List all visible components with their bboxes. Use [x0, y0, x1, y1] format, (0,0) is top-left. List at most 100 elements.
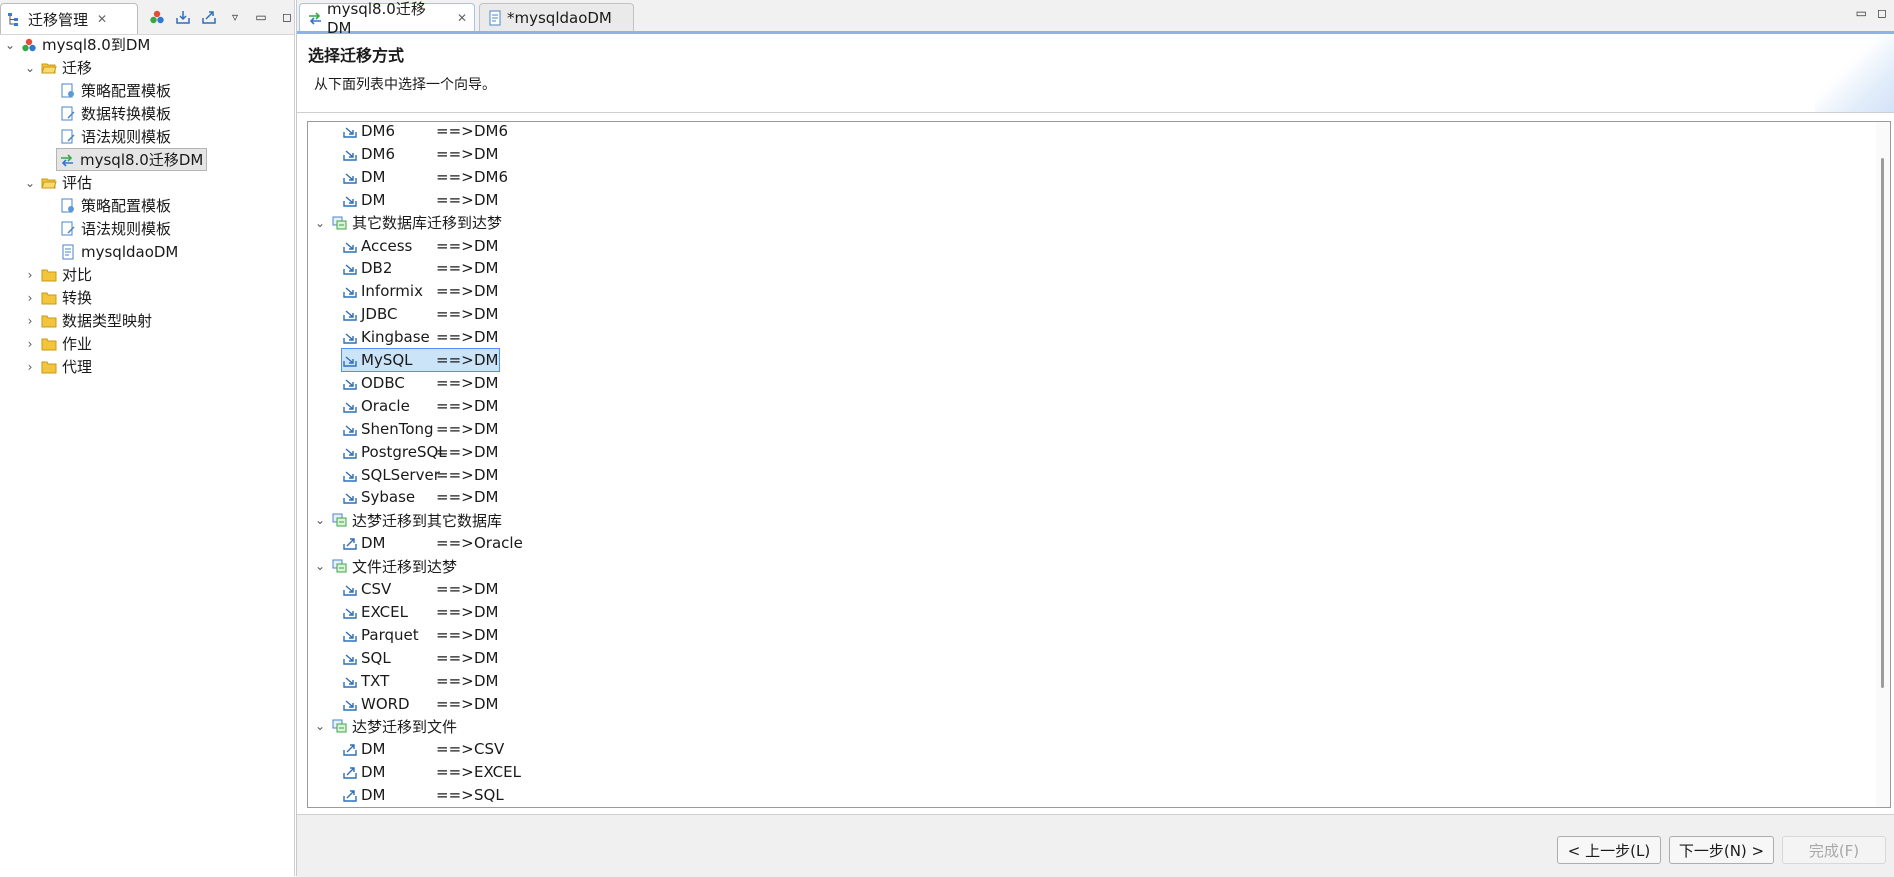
- chevron-down-icon[interactable]: ⌄: [314, 719, 326, 733]
- wizard-item[interactable]: EXCEL ==> DM: [342, 601, 499, 623]
- tab-migration-task[interactable]: mysql8.0迁移DM ✕: [299, 0, 475, 37]
- tree-item-data-convert-template[interactable]: 数据转换模板: [60, 102, 171, 125]
- tree-folder-assess[interactable]: ⌄ 评估: [24, 171, 92, 194]
- tree-folder-compare[interactable]: › 对比: [24, 263, 92, 286]
- tree-item-label: mysql8.0迁移DM: [80, 151, 204, 169]
- minimize-icon[interactable]: ▭: [252, 8, 270, 26]
- close-icon[interactable]: ✕: [97, 12, 107, 26]
- migration-management-view: 迁移管理 ✕ ▿ ▭ ◻ ⌄ mysql8.0到DM ⌄ 迁移 策略配置模板 数…: [0, 0, 295, 876]
- tree-item-syntax-rule-template[interactable]: 语法规则模板: [60, 217, 171, 240]
- wizard-item[interactable]: Sybase ==> DM: [342, 486, 499, 508]
- tree-item-label: 策略配置模板: [81, 197, 172, 215]
- maximize-icon[interactable]: ◻: [1877, 6, 1887, 20]
- back-button[interactable]: < 上一步(L): [1557, 836, 1661, 864]
- maximize-icon[interactable]: ◻: [278, 8, 296, 26]
- wizard-item-selected[interactable]: MySQL ==> DM: [341, 348, 500, 372]
- tab-assessment[interactable]: *mysqldaoDM: [479, 3, 634, 31]
- wizard-item[interactable]: CSV ==> DM: [342, 578, 499, 600]
- chevron-down-icon[interactable]: ⌄: [314, 559, 326, 573]
- import-icon[interactable]: [174, 8, 192, 26]
- wizard-item[interactable]: Informix ==> DM: [342, 280, 499, 302]
- wizard-title: 选择迁移方式: [308, 46, 405, 65]
- scrollbar-thumb[interactable]: [1881, 158, 1884, 688]
- wizard-item-target: DM: [474, 190, 499, 209]
- tree-item-strategy-template[interactable]: 策略配置模板: [60, 194, 171, 217]
- wizard-item[interactable]: DM ==> SQL: [342, 784, 504, 806]
- chevron-right-icon[interactable]: ›: [24, 360, 36, 374]
- tree-root-project[interactable]: ⌄ mysql8.0到DM: [4, 33, 150, 56]
- wizard-item-source: DM: [361, 740, 386, 759]
- wizard-item[interactable]: Parquet ==> DM: [342, 624, 499, 646]
- wizard-item-arrow: ==>: [436, 580, 474, 598]
- wizard-item-arrow: ==>: [436, 442, 474, 461]
- tree-folder-convert[interactable]: › 转换: [24, 286, 92, 309]
- wizard-item[interactable]: TXT ==> DM: [342, 670, 499, 692]
- wizard-item-target: DM6: [474, 122, 509, 140]
- wizard-item[interactable]: DM6 ==> DM6: [342, 122, 508, 142]
- close-icon[interactable]: ✕: [457, 11, 467, 25]
- wizard-item[interactable]: DM ==> EXCEL: [342, 761, 521, 783]
- wizard-item-target: DM: [474, 373, 499, 392]
- wizard-item[interactable]: ODBC ==> DM: [342, 372, 499, 394]
- wizard-item-source: WORD: [361, 694, 410, 713]
- view-menu-icon[interactable]: ▿: [226, 8, 244, 26]
- migrate-wizard-icon: [342, 673, 358, 689]
- wizard-item-target: DM: [474, 328, 499, 347]
- migration-management-tab[interactable]: 迁移管理 ✕: [0, 3, 138, 34]
- new-project-icon[interactable]: [148, 8, 166, 26]
- wizard-item[interactable]: SQLServer ==> DM: [342, 464, 499, 486]
- editor-tabbar: mysql8.0迁移DM ✕ *mysqldaoDM ▭ ◻: [297, 0, 1894, 37]
- wizard-item[interactable]: ShenTong ==> DM: [342, 418, 499, 440]
- wizard-group-label: 达梦迁移到文件: [352, 717, 458, 736]
- wizard-category-icon: [332, 215, 348, 231]
- tree-item-label: 语法规则模板: [81, 220, 172, 238]
- next-button[interactable]: 下一步(N) >: [1669, 836, 1774, 864]
- wizard-item[interactable]: DM ==> Oracle: [342, 532, 523, 554]
- migrate-wizard-icon: [342, 696, 358, 712]
- tree-folder-jobs[interactable]: › 作业: [24, 332, 92, 355]
- wizard-item[interactable]: PostgreSQL ==> DM: [342, 441, 499, 463]
- wizard-item-target: DM: [474, 694, 499, 713]
- wizard-item-target: DM: [474, 625, 499, 644]
- wizard-item[interactable]: WORD ==> DM: [342, 693, 499, 715]
- chevron-down-icon[interactable]: ⌄: [4, 38, 16, 52]
- wizard-item-source: Informix: [361, 282, 423, 301]
- minimize-icon[interactable]: ▭: [1856, 6, 1867, 20]
- chevron-down-icon[interactable]: ⌄: [24, 61, 36, 75]
- chevron-down-icon[interactable]: ⌄: [314, 513, 326, 527]
- chevron-right-icon[interactable]: ›: [24, 337, 36, 351]
- tree-item-assessment[interactable]: mysqldaoDM: [60, 240, 178, 263]
- wizard-item[interactable]: DM ==> DM: [342, 189, 499, 211]
- chevron-right-icon[interactable]: ›: [24, 268, 36, 282]
- wizard-item[interactable]: Kingbase ==> DM: [342, 326, 499, 348]
- wizard-item[interactable]: DB2 ==> DM: [342, 257, 499, 279]
- wizard-group[interactable]: ⌄ 达梦迁移到其它数据库: [314, 509, 502, 531]
- tree-item-syntax-rule-template[interactable]: 语法规则模板: [60, 125, 171, 148]
- tree-folder-migrate[interactable]: ⌄ 迁移: [24, 56, 92, 79]
- wizard-item[interactable]: JDBC ==> DM: [342, 303, 499, 325]
- wizard-item-target: CSV: [474, 740, 505, 759]
- wizard-item-target: DM: [474, 259, 499, 278]
- wizard-group[interactable]: ⌄ 其它数据库迁移到达梦: [314, 212, 502, 234]
- vertical-scrollbar[interactable]: [1876, 122, 1890, 807]
- chevron-down-icon[interactable]: ⌄: [24, 176, 36, 190]
- wizard-group[interactable]: ⌄ 文件迁移到达梦: [314, 555, 457, 577]
- wizard-item[interactable]: SQL ==> DM: [342, 647, 499, 669]
- wizard-item[interactable]: DM6 ==> DM: [342, 143, 499, 165]
- chevron-down-icon[interactable]: ⌄: [314, 216, 326, 230]
- wizard-item[interactable]: Oracle ==> DM: [342, 395, 499, 417]
- template-icon: [60, 129, 76, 145]
- export-icon[interactable]: [200, 8, 218, 26]
- wizard-item-source: ODBC: [361, 373, 405, 392]
- chevron-right-icon[interactable]: ›: [24, 291, 36, 305]
- chevron-right-icon[interactable]: ›: [24, 314, 36, 328]
- wizard-item[interactable]: Access ==> DM: [342, 235, 499, 257]
- wizard-item[interactable]: DM ==> DM6: [342, 166, 508, 188]
- tree-item-strategy-template[interactable]: 策略配置模板: [60, 79, 171, 102]
- tree-folder-type-mapping[interactable]: › 数据类型映射: [24, 309, 152, 332]
- tree-item-migration-task-selected[interactable]: mysql8.0迁移DM: [56, 148, 208, 171]
- migrate-wizard-icon: [342, 627, 358, 643]
- wizard-item[interactable]: DM ==> CSV: [342, 738, 504, 760]
- wizard-group[interactable]: ⌄ 达梦迁移到文件: [314, 715, 457, 737]
- tree-folder-agent[interactable]: › 代理: [24, 355, 92, 378]
